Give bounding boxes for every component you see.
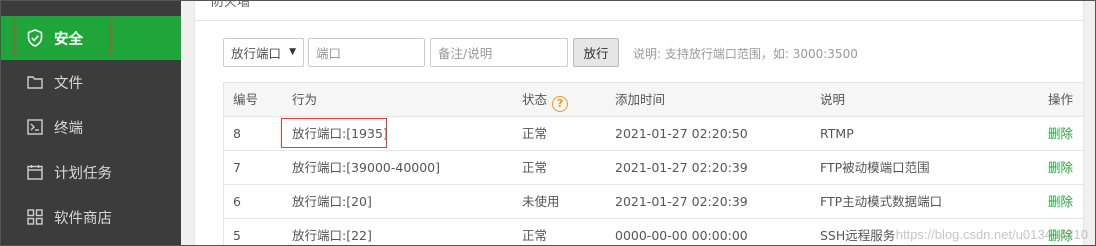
row-desc: FTP主动模式数据端口 xyxy=(820,194,943,209)
shield-check-icon xyxy=(26,29,44,47)
header-status: 状态? xyxy=(522,83,569,117)
hint-text: 说明: 支持放行端口范围，如: 3000:3500 xyxy=(633,47,858,61)
row-status: 正常 xyxy=(522,160,548,175)
row-desc: SSH远程服务 xyxy=(820,228,896,243)
row-id: 5 xyxy=(233,228,241,243)
row-desc: FTP被动模端口范围 xyxy=(820,160,930,175)
header-desc: 说明 xyxy=(820,92,846,107)
row-id: 7 xyxy=(233,160,241,175)
row-time: 2021-01-27 02:20:50 xyxy=(615,126,748,141)
row-action: 放行端口:[20] xyxy=(292,194,372,209)
sidebar-item-security[interactable]: 安全 xyxy=(0,16,181,60)
row-id: 8 xyxy=(233,126,241,141)
delete-link[interactable]: 删除 xyxy=(1048,151,1073,185)
note-input[interactable]: 备注/说明 xyxy=(430,38,568,67)
grid-icon xyxy=(26,208,44,226)
table-row: 6 放行端口:[20] 未使用 2021-01-27 02:20:39 FTP主… xyxy=(224,185,1083,219)
table-header: 编号 行为 状态? 添加时间 说明 操作 xyxy=(224,83,1083,117)
sidebar-item-label: 安全 xyxy=(54,31,83,48)
firewall-panel: 防火墙 放行端口 ▼ 端口 备注/说明 放行 说明: 支持放行端口范围，如: 3… xyxy=(194,0,1084,246)
header-status-label: 状态 xyxy=(522,92,548,107)
terminal-icon xyxy=(26,118,44,136)
folder-icon xyxy=(26,73,44,91)
row-status: 正常 xyxy=(522,126,548,141)
sidebar-item-label: 计划任务 xyxy=(54,165,112,182)
sidebar: 安全 文件 终端 计划任务 软件商店 xyxy=(0,0,181,246)
header-action: 行为 xyxy=(292,92,318,107)
sidebar-item-label: 终端 xyxy=(54,120,83,137)
table-row: 8 放行端口:[1935] 正常 2021-01-27 02:20:50 RTM… xyxy=(224,117,1083,151)
release-button[interactable]: 放行 xyxy=(573,38,619,67)
watermark: https://blog.csdn.net/u013414710 xyxy=(895,227,1088,242)
row-id: 6 xyxy=(233,194,241,209)
sidebar-item-files[interactable]: 文件 xyxy=(0,60,181,104)
delete-link[interactable]: 删除 xyxy=(1048,117,1073,151)
rule-type-select[interactable]: 放行端口 ▼ xyxy=(223,38,304,67)
sidebar-item-cron[interactable]: 计划任务 xyxy=(0,150,181,194)
help-icon[interactable]: ? xyxy=(552,96,569,112)
table-row: 7 放行端口:[39000-40000] 正常 2021-01-27 02:20… xyxy=(224,151,1083,185)
note-placeholder: 备注/说明 xyxy=(438,46,493,61)
row-time: 2021-01-27 02:20:39 xyxy=(615,160,748,175)
header-time: 添加时间 xyxy=(615,92,666,107)
row-status: 正常 xyxy=(522,228,548,243)
row-desc: RTMP xyxy=(820,126,854,141)
header-op: 操作 xyxy=(1047,92,1073,107)
row-status: 未使用 xyxy=(522,194,560,209)
divider xyxy=(195,20,1083,21)
sidebar-item-label: 软件商店 xyxy=(54,210,112,227)
row-action: 放行端口:[22] xyxy=(292,228,372,243)
row-action: 放行端口:[39000-40000] xyxy=(292,160,441,175)
calendar-icon xyxy=(26,163,44,181)
main-content: 防火墙 放行端口 ▼ 端口 备注/说明 放行 说明: 支持放行端口范围，如: 3… xyxy=(182,0,1096,246)
port-placeholder: 端口 xyxy=(316,46,342,61)
caret-down-icon: ▼ xyxy=(289,47,296,57)
row-action: 放行端口:[1935] xyxy=(292,126,388,141)
sidebar-item-label: 文件 xyxy=(54,75,83,92)
header-id: 编号 xyxy=(233,92,259,107)
port-input[interactable]: 端口 xyxy=(308,38,425,67)
select-value: 放行端口 xyxy=(231,46,282,61)
rules-table: 编号 行为 状态? 添加时间 说明 操作 8 放行端口:[1935] 正常 20… xyxy=(223,82,1083,246)
delete-link[interactable]: 删除 xyxy=(1048,185,1073,219)
sidebar-item-terminal[interactable]: 终端 xyxy=(0,105,181,149)
sidebar-item-store[interactable]: 软件商店 xyxy=(0,195,181,239)
row-time: 2021-01-27 02:20:39 xyxy=(615,194,748,209)
panel-title: 防火墙 xyxy=(211,0,251,10)
row-time: 0000-00-00 00:00:00 xyxy=(615,228,748,243)
